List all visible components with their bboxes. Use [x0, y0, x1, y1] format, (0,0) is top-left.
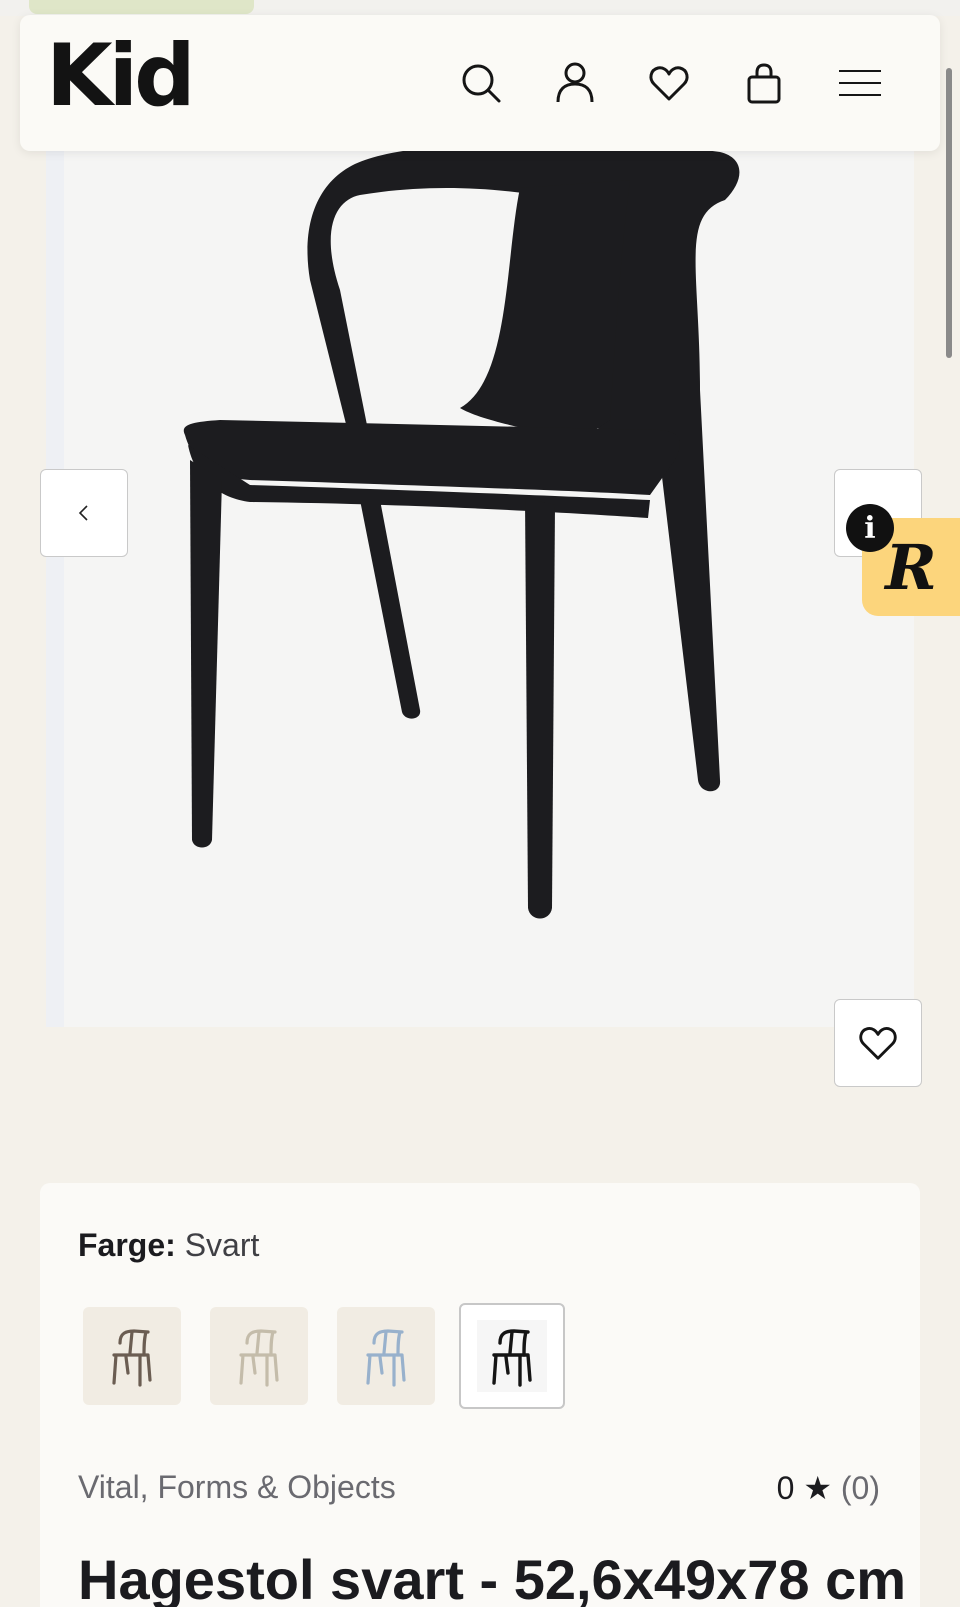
- account-icon: [556, 62, 594, 103]
- product-image-chair[interactable]: [160, 140, 800, 960]
- add-to-wishlist-button[interactable]: [834, 999, 922, 1087]
- account-button[interactable]: [547, 55, 603, 111]
- chair-thumbnail-icon: [112, 1329, 152, 1387]
- color-swatch-blue[interactable]: [337, 1307, 435, 1405]
- gallery-prev-button[interactable]: [40, 469, 128, 557]
- cart-icon: [747, 63, 781, 104]
- reviews-logo: R: [885, 530, 937, 604]
- chair-thumbnail-icon: [239, 1329, 279, 1387]
- chair-thumbnail-icon: [366, 1329, 406, 1387]
- color-label: Farge:: [78, 1227, 176, 1263]
- product-rating[interactable]: 0 ★ (0): [777, 1469, 880, 1507]
- heart-icon: [859, 1027, 897, 1060]
- info-icon: i: [864, 510, 876, 546]
- color-swatch-black-selected[interactable]: [459, 1303, 565, 1409]
- brand-link[interactable]: Vital, Forms & Objects: [78, 1469, 396, 1506]
- menu-icon: [839, 70, 881, 96]
- page-scrollbar[interactable]: [946, 68, 952, 358]
- product-info-card: Farge: Svart Vital, Forms & Objects 0 ★: [40, 1183, 920, 1607]
- chevron-left-icon: [78, 505, 88, 521]
- site-header: Kid: [20, 15, 940, 151]
- rating-value: 0 ★: [776, 1470, 832, 1506]
- search-button[interactable]: [453, 55, 509, 111]
- site-logo[interactable]: Kid: [46, 33, 196, 119]
- wishlist-icon: [649, 66, 689, 101]
- color-swatch-beige[interactable]: [210, 1307, 308, 1405]
- color-selector-label: Farge: Svart: [78, 1227, 259, 1264]
- chair-thumbnail-icon: [492, 1329, 532, 1387]
- rating-count: (0): [840, 1470, 880, 1506]
- search-icon: [462, 64, 501, 103]
- promo-banner-tab[interactable]: [29, 0, 254, 14]
- color-swatch-brown[interactable]: [83, 1307, 181, 1405]
- cart-button[interactable]: [736, 55, 792, 111]
- menu-button[interactable]: [832, 55, 888, 111]
- color-value: Svart: [184, 1227, 260, 1263]
- product-title: Hagestol svart - 52,6x49x78 cm: [78, 1548, 907, 1607]
- info-badge[interactable]: i: [846, 504, 894, 552]
- swatch-inner: [477, 1320, 547, 1392]
- wishlist-button[interactable]: [641, 55, 697, 111]
- gallery-edge: [46, 125, 64, 1027]
